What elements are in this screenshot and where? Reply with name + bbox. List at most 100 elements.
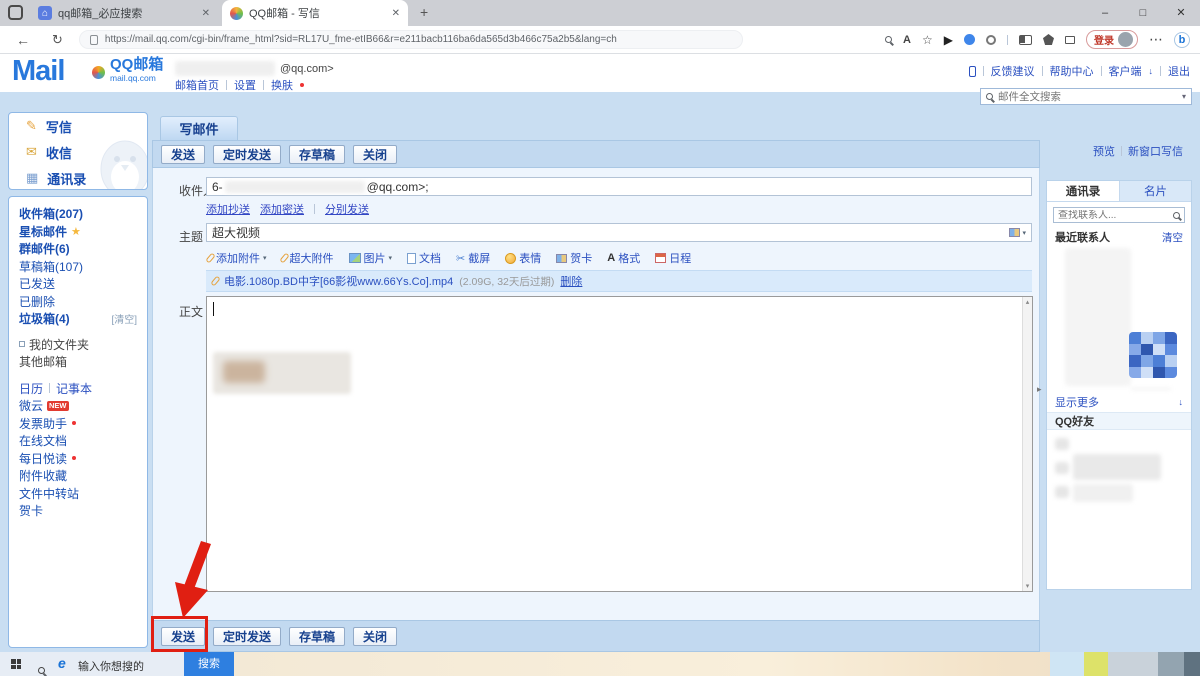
qq-friends-header[interactable]: QQ好友 [1047, 412, 1191, 430]
insert-image-button[interactable]: 图片 ▾ [349, 250, 393, 266]
sidebar-other-mailbox[interactable]: 其他邮箱 [9, 353, 147, 371]
tab-actions-icon[interactable] [8, 5, 23, 20]
sidebar-item-calendar[interactable]: 日历 [19, 380, 43, 397]
attachment-remove-link[interactable]: 删除 [560, 273, 582, 289]
split-screen-icon[interactable] [1019, 35, 1032, 45]
address-bar[interactable]: https://mail.qq.com/cgi-bin/frame_html?s… [79, 30, 743, 49]
mobile-icon[interactable] [969, 66, 976, 77]
format-button[interactable]: A 格式 [607, 250, 640, 266]
show-more-row[interactable]: 显示更多 ↓ [1047, 392, 1191, 412]
collapse-panel-icon[interactable]: ▸ [1037, 384, 1042, 395]
mail-search-box[interactable]: ▾ [980, 88, 1192, 105]
taskbar-search-button[interactable]: 搜索 [184, 652, 234, 676]
expander-icon[interactable] [19, 341, 25, 347]
edge-taskbar-icon[interactable]: e [58, 655, 66, 671]
tab-close-icon[interactable]: ✕ [202, 8, 210, 19]
save-draft-button-top[interactable]: 存草稿 [289, 145, 345, 164]
read-aloud-icon[interactable]: A [903, 34, 911, 46]
back-icon[interactable]: ← [16, 32, 30, 48]
empty-spam-link[interactable]: [清空] [111, 311, 137, 326]
sidebar-folder-sent[interactable]: 已发送 [9, 275, 147, 293]
tab-contacts[interactable]: 通讯录 [1047, 181, 1120, 201]
browser-tab-inactive[interactable]: ⌂ qq邮箱_必应搜索 ✕ [30, 0, 218, 26]
attachment-row[interactable]: 电影.1080p.BD中字[66影视www.66Ys.Co].mp4 (2.09… [206, 270, 1032, 292]
maximize-button[interactable]: □ [1124, 0, 1162, 26]
sidebar-item-contacts[interactable]: ▦ 通讯录 [9, 165, 147, 190]
editor-scrollbar[interactable]: ▴ ▾ [1022, 297, 1032, 591]
attachment-name[interactable]: 电影.1080p.BD中字[66影视www.66Ys.Co].mp4 [224, 273, 453, 289]
sidebar-item-daily-read[interactable]: 每日悦读 [9, 450, 147, 468]
sidebar-folder-group-mail[interactable]: 群邮件(6) [9, 240, 147, 258]
contacts-search-input[interactable] [1058, 210, 1170, 221]
sidebar-folder-starred[interactable]: 星标邮件 ★ [9, 223, 147, 241]
sidebar-folder-deleted[interactable]: 已删除 [9, 293, 147, 311]
large-attachment-button[interactable]: 超大附件 [282, 250, 334, 266]
sidebar-folder-drafts[interactable]: 草稿箱(107) [9, 258, 147, 276]
link-feedback[interactable]: 反馈建议 [991, 63, 1035, 79]
save-draft-button-bottom[interactable]: 存草稿 [289, 627, 345, 646]
add-attachment-button[interactable]: 添加附件 ▾ [208, 250, 267, 266]
sidebar-folder-spam[interactable]: 垃圾箱(4) [清空] [9, 310, 147, 328]
link-mail-home[interactable]: 邮箱首页 [175, 77, 219, 93]
link-logout[interactable]: 退出 [1168, 63, 1190, 79]
collections-icon[interactable] [1065, 36, 1075, 44]
subject-extra-icon[interactable] [1009, 228, 1020, 237]
extension-ring-icon[interactable] [986, 35, 996, 45]
screenshot-button[interactable]: ✂ 截屏 [456, 250, 490, 266]
sidebar-item-compose[interactable]: ✎ 写信 [9, 113, 147, 139]
qqmail-logo[interactable]: Mail [12, 55, 64, 88]
extension-play-icon[interactable]: ▶ [944, 33, 953, 47]
extension-blue-icon[interactable] [964, 34, 975, 45]
new-tab-button[interactable]: + [420, 4, 428, 20]
taskbar-search-hint[interactable]: 输入你想搜的 [78, 658, 144, 674]
sidebar-item-weiyun[interactable]: 微云 NEW [9, 397, 147, 415]
taskbar-search-icon[interactable] [38, 667, 45, 674]
favorites-icon[interactable]: ☆ [922, 33, 933, 47]
extension-pentagon-icon[interactable] [1043, 34, 1054, 45]
to-field[interactable]: 6- @qq.com>; [206, 177, 1032, 196]
tab-compose-mail[interactable]: 写邮件 [160, 116, 238, 140]
browser-tab-active[interactable]: QQ邮箱 - 写信 ✕ [222, 0, 408, 26]
contacts-search-box[interactable] [1053, 207, 1185, 223]
sidebar-folder-inbox[interactable]: 收件箱(207) [9, 205, 147, 223]
sidebar-item-file-transfer[interactable]: 文件中转站 [9, 485, 147, 503]
sidebar-item-greeting-card[interactable]: 贺卡 [9, 502, 147, 520]
minimize-button[interactable]: – [1086, 0, 1124, 26]
close-button-top[interactable]: 关闭 [353, 145, 397, 164]
scheduled-send-button-top[interactable]: 定时发送 [213, 145, 281, 164]
preview-link[interactable]: 预览 [1093, 143, 1115, 159]
greeting-card-button[interactable]: 贺卡 [556, 250, 592, 266]
scroll-down-icon[interactable]: ▾ [1026, 582, 1030, 590]
brand-block[interactable]: QQ邮箱 mail.qq.com [110, 57, 163, 83]
close-button[interactable]: ✕ [1162, 0, 1200, 26]
link-settings[interactable]: 设置 [234, 77, 256, 93]
send-separately-link[interactable]: 分别发送 [325, 201, 369, 217]
search-icon[interactable] [885, 36, 892, 43]
sidebar-item-notes[interactable]: 记事本 [56, 380, 92, 397]
contact-avatar-mosaic[interactable] [1129, 332, 1177, 378]
link-help-center[interactable]: 帮助中心 [1050, 63, 1094, 79]
link-client[interactable]: 客户端 [1109, 63, 1142, 79]
emoji-button[interactable]: 表情 [505, 250, 541, 266]
link-skin[interactable]: 换肤 [271, 77, 293, 93]
sidebar-item-attachment-favorites[interactable]: 附件收藏 [9, 467, 147, 485]
add-bcc-link[interactable]: 添加密送 [260, 201, 304, 217]
chevron-down-icon[interactable]: ▾ [1022, 229, 1026, 237]
show-more-link[interactable]: 显示更多 [1055, 394, 1099, 410]
insert-document-button[interactable]: 文档 [407, 250, 441, 266]
reload-icon[interactable]: ↻ [52, 32, 63, 48]
windows-start-icon[interactable] [11, 659, 21, 669]
send-button-top[interactable]: 发送 [161, 145, 205, 164]
close-button-bottom[interactable]: 关闭 [353, 627, 397, 646]
sidebar-my-folders[interactable]: 我的文件夹 [9, 336, 147, 354]
subject-field[interactable]: 超大视频 ▾ [206, 223, 1032, 242]
new-window-compose-link[interactable]: 新窗口写信 [1128, 143, 1183, 159]
tab-cards[interactable]: 名片 [1120, 181, 1191, 201]
sidebar-item-online-docs[interactable]: 在线文档 [9, 432, 147, 450]
bing-copilot-icon[interactable]: b [1174, 32, 1190, 48]
schedule-button[interactable]: 日程 [655, 250, 691, 266]
body-editor[interactable]: ▴ ▾ [206, 296, 1033, 592]
sidebar-item-inbox-nav[interactable]: ✉ 收信 [9, 139, 147, 165]
scheduled-send-button-bottom[interactable]: 定时发送 [213, 627, 281, 646]
profile-chip[interactable]: 登录 [1086, 30, 1138, 49]
